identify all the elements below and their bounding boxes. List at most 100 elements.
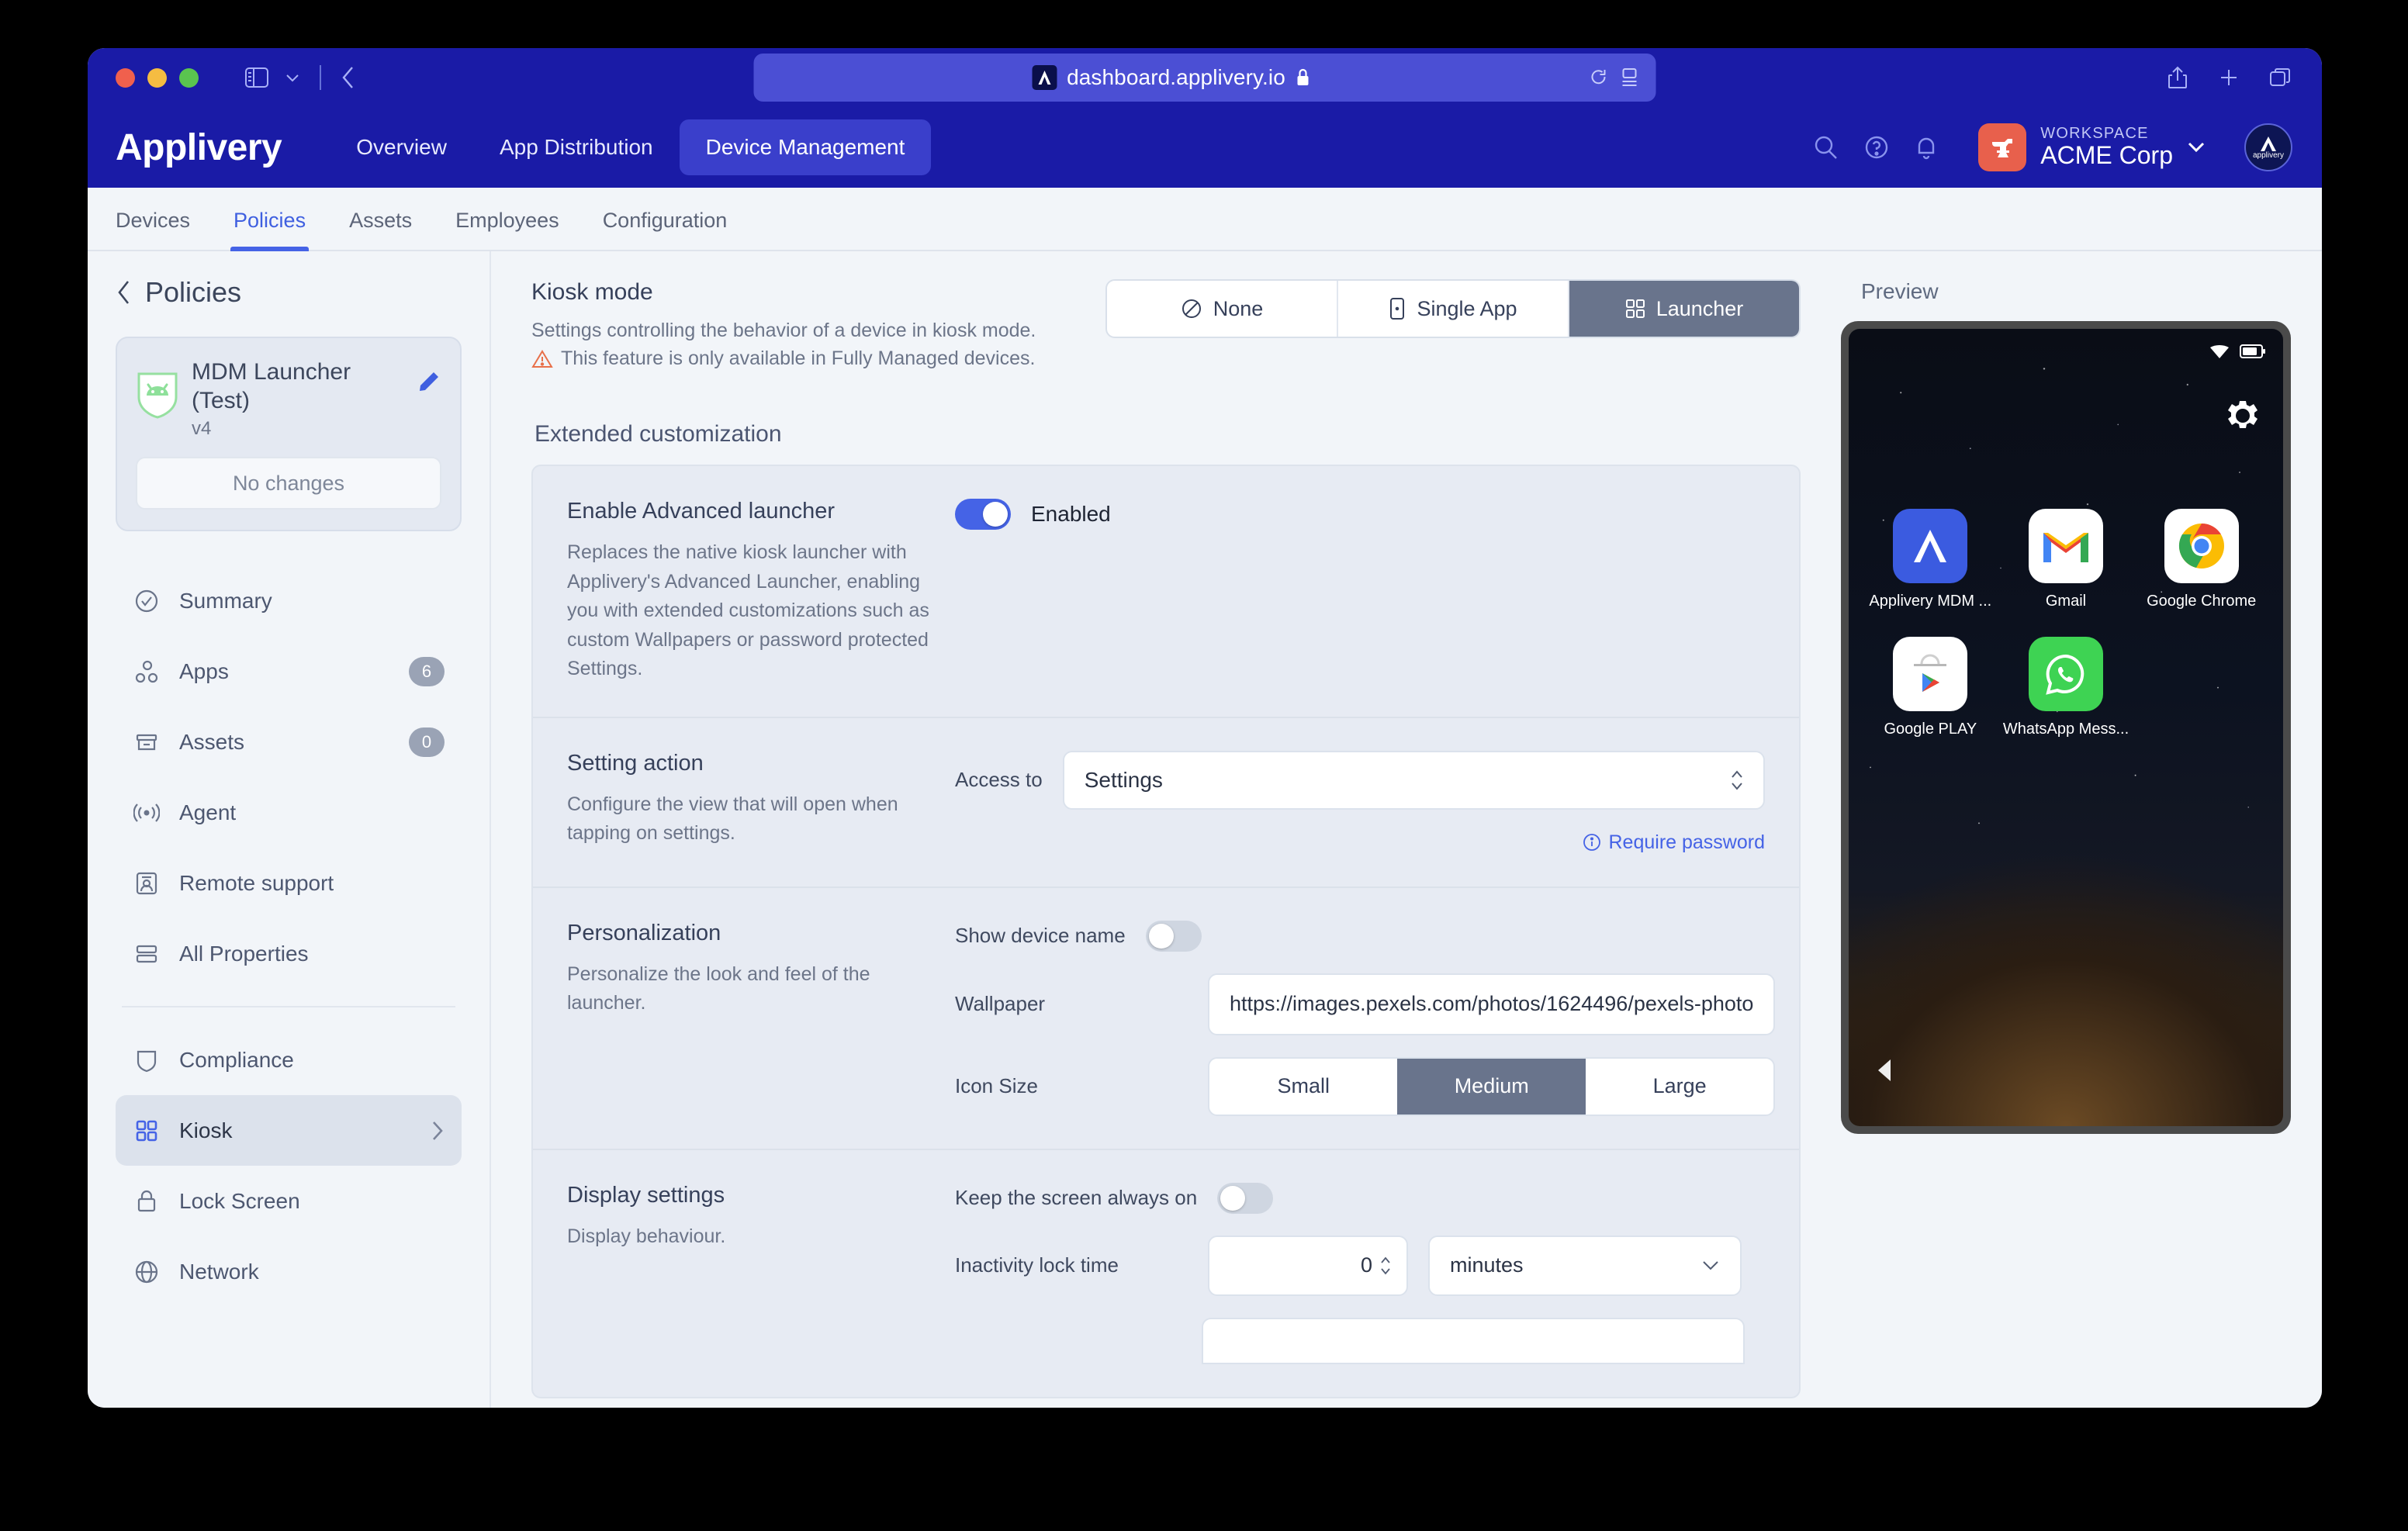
archive-box-icon [133,728,161,756]
sidebar-item-label: Lock Screen [179,1188,300,1213]
wallpaper-label: Wallpaper [955,992,1046,1016]
tab-configuration[interactable]: Configuration [603,209,728,250]
display-settings-row: Display settings Display behaviour. Keep… [533,1150,1799,1397]
back-to-policies[interactable]: Policies [116,276,462,309]
notifications-icon[interactable] [1915,134,1938,161]
sidebar-item-assets[interactable]: Assets 0 [116,707,462,777]
search-icon[interactable] [1812,134,1839,161]
show-device-name-toggle[interactable] [1145,920,1202,952]
preview-settings-gear-icon[interactable] [2226,399,2260,437]
kiosk-mode-single-app[interactable]: Single App [1338,281,1569,337]
url-text: dashboard.applivery.io [1067,65,1285,89]
sidebar-item-kiosk[interactable]: Kiosk [116,1095,462,1166]
back-triangle-icon[interactable] [1878,1059,1891,1081]
number-stepper-icon[interactable] [1379,1254,1393,1277]
show-device-name-label: Show device name [955,924,1126,948]
icon-size-large[interactable]: Large [1586,1059,1773,1115]
inactivity-lock-time-label: Inactivity lock time [955,1253,1119,1277]
tab-assets[interactable]: Assets [349,209,412,250]
access-to-value: Settings [1084,767,1163,792]
keep-screen-on-toggle[interactable] [1217,1182,1274,1214]
chevron-down-icon[interactable] [275,60,310,95]
close-window-button[interactable] [116,67,135,88]
kiosk-mode-launcher[interactable]: Launcher [1569,281,1799,337]
sidebar-item-all-properties[interactable]: All Properties [116,918,462,989]
chevron-down-icon[interactable] [2187,141,2206,154]
launcher-app[interactable]: WhatsApp Mess... [1998,637,2134,738]
info-icon [1583,834,1600,852]
sidebar-item-apps[interactable]: Apps 6 [116,636,462,707]
user-avatar[interactable]: applivery [2244,123,2292,171]
tab-policies[interactable]: Policies [230,209,310,251]
lock-icon [133,1187,161,1215]
nav-overview[interactable]: Overview [330,119,473,175]
minimize-window-button[interactable] [147,67,167,88]
nav-app-distribution[interactable]: App Distribution [473,119,680,175]
launcher-app[interactable]: Google PLAY [1863,637,1998,738]
wallpaper-value: https://images.pexels.com/photos/1624496… [1230,992,1754,1016]
plus-icon[interactable] [2218,67,2240,88]
preview-label: Preview [1861,279,1939,303]
sidebar-toggle-icon[interactable] [239,60,275,95]
sidebar-item-remote-support[interactable]: Remote support [116,848,462,918]
workspace-switcher[interactable]: WORKSPACE ACME Corp [1978,123,2206,171]
lock-icon [1297,68,1309,85]
advanced-launcher-toggle-label: Enabled [1031,502,1111,527]
workspace-logo-icon [1978,123,2027,171]
inactivity-unit-select[interactable]: minutes [1428,1235,1742,1296]
wifi-icon [2210,344,2229,358]
launcher-app[interactable]: Gmail [1998,509,2134,610]
sidebar-item-summary[interactable]: Summary [116,565,462,636]
address-bar[interactable]: dashboard.applivery.io [753,54,1656,102]
gmail-icon [2028,509,2103,583]
icon-size-medium[interactable]: Medium [1397,1058,1586,1115]
policy-version: v4 [192,418,212,440]
share-icon[interactable] [2167,65,2188,90]
applivery-logo[interactable]: Applivery [116,126,282,169]
no-changes-button[interactable]: No changes [136,457,441,510]
tab-devices[interactable]: Devices [116,209,190,250]
sidebar-item-lock-screen[interactable]: Lock Screen [116,1166,462,1236]
tab-employees[interactable]: Employees [455,209,559,250]
policy-card: MDM Launcher (Test) v4 No changes [116,337,462,532]
app-header: Applivery Overview App Distribution Devi… [88,107,2322,188]
kiosk-mode-none[interactable]: None [1107,281,1338,337]
edit-policy-icon[interactable] [417,369,441,398]
kiosk-mode-header: Kiosk mode Settings controlling the beha… [531,279,1801,370]
wallpaper-input[interactable]: https://images.pexels.com/photos/1624496… [1208,973,1776,1035]
back-chevron-icon[interactable] [330,60,366,95]
access-to-select[interactable]: Settings [1062,750,1765,810]
inactivity-lock-time-input[interactable]: 0 [1208,1235,1408,1296]
android-shield-icon [136,371,179,423]
reload-icon[interactable] [1590,67,1608,88]
sidebar-item-network[interactable]: Network [116,1236,462,1307]
kiosk-mode-launcher-label: Launcher [1656,296,1744,320]
launcher-app[interactable]: Applivery MDM ... [1863,509,1998,610]
launcher-app-grid: Applivery MDM ... Gmail Google Chrome Go… [1849,509,2283,738]
reader-view-icon[interactable] [1621,67,1639,88]
kiosk-mode-warning: This feature is only available in Fully … [531,347,1074,370]
require-password-link[interactable]: Require password [955,831,1765,854]
sidebar-item-agent[interactable]: Agent [116,777,462,848]
sidebar-item-label: Summary [179,588,272,613]
icon-size-small[interactable]: Small [1209,1059,1397,1115]
icon-size-segmented-control: Small Medium Large [1208,1056,1776,1116]
globe-icon [133,1258,161,1286]
phone-icon [1390,298,1405,320]
shield-icon [133,1046,161,1074]
sidebar-item-label: Network [179,1259,259,1284]
battery-icon [2240,344,2265,358]
launcher-app-label: Google Chrome [2147,593,2257,610]
sidebar-item-label: All Properties [179,941,309,966]
advanced-launcher-toggle[interactable] [955,499,1011,530]
personalization-row: Personalization Personalize the look and… [533,888,1799,1150]
section-tabs: Devices Policies Assets Employees Config… [88,188,2322,251]
maximize-window-button[interactable] [179,67,199,88]
chevron-down-icon [1703,1261,1718,1270]
help-icon[interactable] [1863,134,1890,161]
nav-device-management[interactable]: Device Management [679,119,932,175]
support-badge-icon [133,869,161,897]
sidebar-item-compliance[interactable]: Compliance [116,1025,462,1095]
tab-overview-icon[interactable] [2269,67,2292,88]
launcher-app[interactable]: Google Chrome [2133,509,2269,610]
